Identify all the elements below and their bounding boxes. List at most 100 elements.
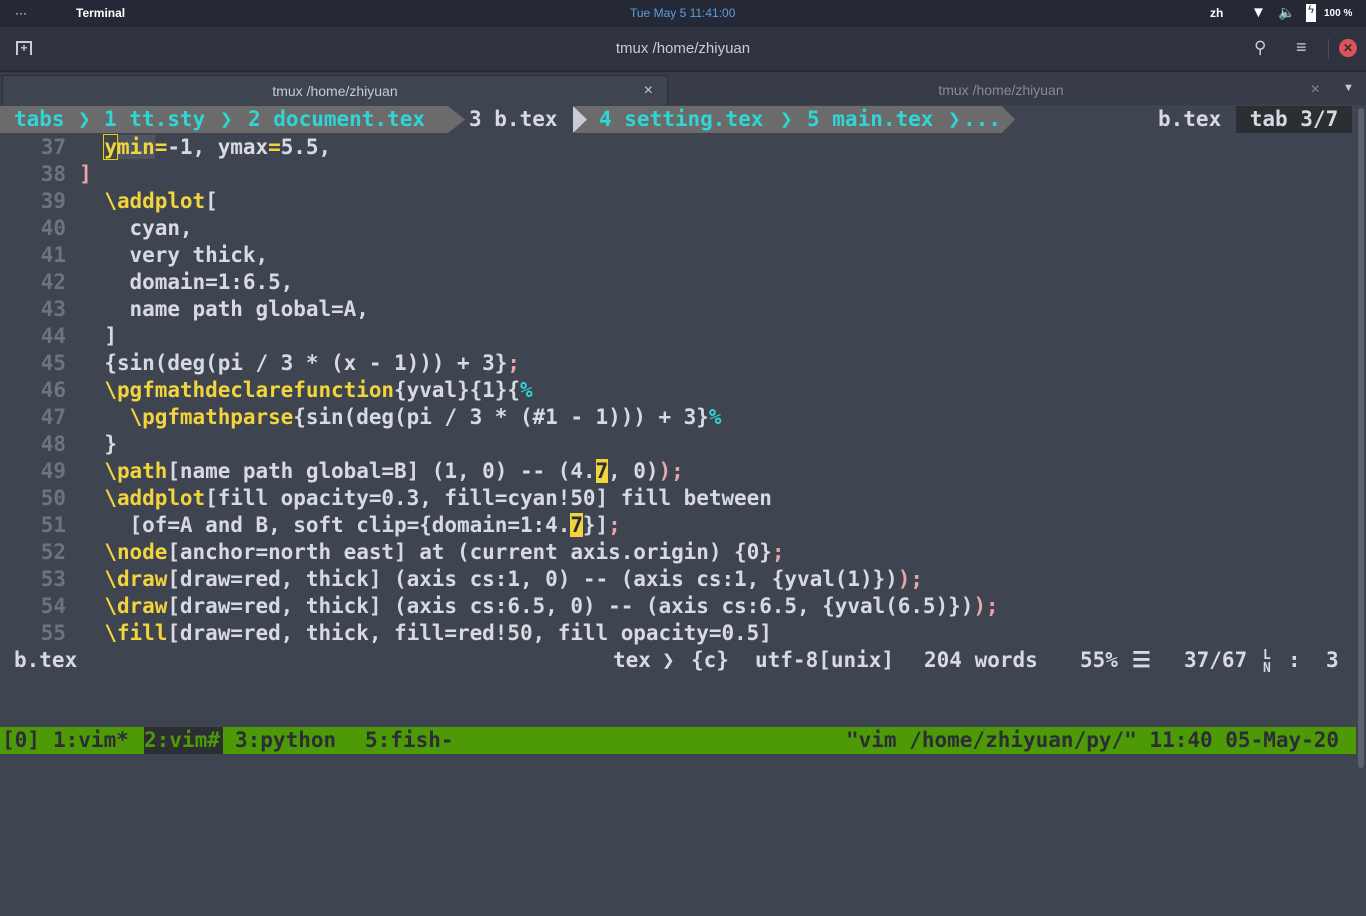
tab-list-dropdown-icon[interactable]: ▼: [1343, 82, 1354, 94]
vim-tabline: tabs ❯ 1 tt.sty ❯ 2 document.tex 3 b.tex…: [0, 106, 1366, 133]
menu-icon[interactable]: ≡: [1296, 37, 1307, 58]
search-icon[interactable]: ⚲: [1254, 38, 1266, 58]
tmux-session[interactable]: [0]: [2, 727, 40, 754]
status-filename: b.tex: [14, 648, 78, 672]
clock[interactable]: Tue May 5 11:41:00: [630, 6, 735, 20]
code-token: [draw=red, thick, fill=red!50, fill opac…: [167, 621, 772, 645]
tab-label: tmux /home/zhiyuan: [938, 82, 1064, 98]
scrollbar[interactable]: [1358, 108, 1364, 768]
line-text: cyan,: [54, 215, 193, 242]
code-token: domain=1:6.5,: [54, 270, 294, 294]
close-tab-icon[interactable]: ×: [1311, 75, 1320, 105]
code-token: \node: [104, 540, 168, 564]
status-word-count: 204 words: [924, 648, 1038, 672]
tmux-window-1[interactable]: 1:vim*: [53, 727, 129, 754]
code-token: 7: [595, 459, 609, 483]
code-token: {sin(deg(pi / 3 * (x - 1))) + 3}: [54, 351, 508, 375]
code-token: \path: [104, 459, 168, 483]
status-filetype: tex: [613, 648, 651, 672]
code-token: =: [268, 135, 281, 159]
wifi-icon[interactable]: ▼: [1251, 4, 1266, 21]
tab-label: tmux /home/zhiyuan: [272, 83, 398, 99]
status-encoding: utf-8[unix]: [755, 648, 895, 672]
code-token: , 0): [608, 459, 659, 483]
code-token: );: [658, 459, 684, 483]
code-token: [fill opacity=0.3, fill=cyan!50] fill be…: [205, 486, 772, 510]
activities-menu[interactable]: ···: [15, 6, 27, 20]
code-token: min: [116, 135, 155, 159]
vim-tab-more[interactable]: ...: [963, 106, 1001, 133]
app-name[interactable]: Terminal: [76, 6, 125, 20]
close-window-button[interactable]: ✕: [1339, 39, 1357, 57]
window-title: tmux /home/zhiyuan: [615, 40, 751, 57]
status-position: 37/67: [1184, 648, 1248, 672]
code-token: {sin(deg(pi / 3 * (#1 - 1))) + 3}: [293, 405, 709, 429]
code-token: [name path global=B] (1, 0) -- (4.: [167, 459, 596, 483]
line-text: very thick,: [54, 242, 269, 269]
code-token: name path global=A,: [54, 297, 369, 321]
code-token: 5.5,: [280, 135, 332, 159]
divider: [1328, 39, 1329, 59]
line-text: \draw[draw=red, thick] (axis cs:6.5, 0) …: [54, 593, 999, 620]
vim-tab-4[interactable]: 4 setting.tex: [599, 106, 763, 133]
code-token: ;: [608, 513, 621, 537]
close-tab-icon[interactable]: ×: [644, 76, 653, 106]
status-scope: {c}: [691, 648, 729, 672]
vim-tab-3-current[interactable]: 3 b.tex: [469, 106, 558, 133]
battery-icon[interactable]: ϟ: [1306, 4, 1316, 22]
terminal-tabs: tmux /home/zhiyuan × tmux /home/zhiyuan × …: [0, 72, 1366, 105]
tmux-window-5[interactable]: 5:fish-: [365, 727, 454, 754]
tab-counter: tab 3/7: [1236, 106, 1352, 133]
line-text: [of=A and B, soft clip={domain=1:4.7}];: [54, 512, 621, 539]
code-token: }: [54, 432, 117, 456]
current-buffer-name: b.tex: [1158, 107, 1222, 131]
volume-icon[interactable]: 🔈: [1278, 4, 1295, 21]
code-token: %: [519, 378, 533, 402]
tabline-label: tabs: [14, 107, 65, 131]
code-token: );: [973, 594, 999, 618]
window-header: + tmux /home/zhiyuan ⚲ ≡ ✕: [0, 27, 1366, 72]
tmux-window-2-current[interactable]: 2:vim#: [144, 727, 223, 754]
code-token: \addplot: [104, 189, 206, 213]
line-text: \pgfmathdeclarefunction{yval}{1}{%: [54, 377, 533, 404]
line-text: \addplot[fill opacity=0.3, fill=cyan!50]…: [54, 485, 772, 512]
status-column: 3: [1326, 648, 1339, 672]
vim-tab-2[interactable]: 2 document.tex: [248, 106, 425, 133]
system-bar: ··· Terminal Tue May 5 11:41:00 zh ▼ 🔈 ϟ…: [0, 0, 1366, 27]
tab-1[interactable]: tmux /home/zhiyuan ×: [2, 75, 668, 105]
vim-tab-5[interactable]: 5 main.tex: [807, 106, 933, 133]
code-token: y: [103, 134, 118, 160]
input-method[interactable]: zh: [1210, 6, 1223, 20]
line-text: \draw[draw=red, thick] (axis cs:1, 0) --…: [54, 566, 923, 593]
separator: :: [1288, 648, 1301, 672]
line-text: domain=1:6.5,: [54, 269, 294, 296]
code-token: \draw: [104, 567, 168, 591]
line-text: \fill[draw=red, thick, fill=red!50, fill…: [54, 620, 772, 647]
line-text: \pgfmathparse{sin(deg(pi / 3 * (#1 - 1))…: [54, 404, 722, 431]
tmux-window-3[interactable]: 3:python: [235, 727, 336, 754]
line-text: }: [54, 431, 117, 458]
line-number-icon: LN: [1263, 648, 1271, 676]
tab-2[interactable]: tmux /home/zhiyuan ×: [668, 75, 1334, 105]
line-text: ]: [54, 161, 92, 188]
line-text: ]: [54, 323, 117, 350]
code-token: \pgfmathparse: [129, 405, 294, 429]
code-token: \addplot: [104, 486, 206, 510]
code-token: 7: [570, 513, 583, 537]
line-text: name path global=A,: [54, 296, 369, 323]
battery-level: 100 %: [1324, 8, 1353, 19]
code-token: }]: [582, 513, 609, 537]
code-token: );: [897, 567, 923, 591]
code-token: ;: [507, 351, 520, 375]
code-token: =: [154, 135, 168, 159]
vim-tab-1[interactable]: 1 tt.sty: [104, 106, 205, 133]
